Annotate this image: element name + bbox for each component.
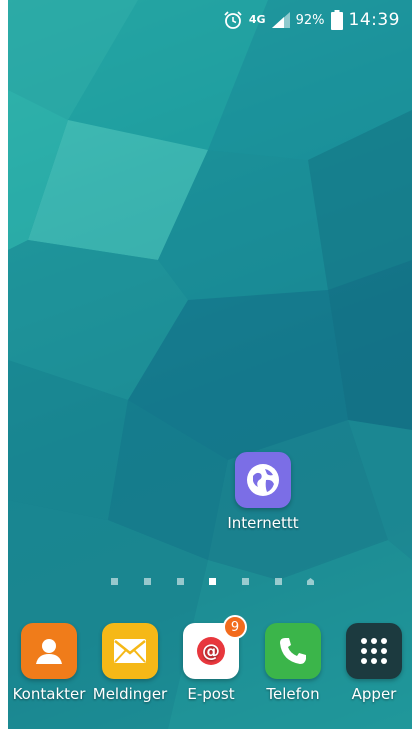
dock-phone[interactable]: Telefon	[253, 623, 333, 703]
app-internet-label: Internettt	[227, 514, 299, 532]
dock-apps[interactable]: Apper	[334, 623, 412, 703]
app-internet[interactable]: Internettt	[223, 452, 303, 532]
wallpaper	[8, 0, 412, 729]
dock-email[interactable]: @ 9 E-post	[171, 615, 251, 703]
battery-icon	[330, 10, 343, 30]
alarm-icon	[223, 10, 243, 30]
dock-contacts-label: Kontakter	[12, 685, 86, 703]
page-dot-5[interactable]	[242, 578, 249, 585]
messages-icon	[102, 623, 158, 679]
internet-icon	[235, 452, 291, 508]
home-page-dot[interactable]	[307, 578, 314, 585]
email-icon: @ 9	[183, 615, 247, 679]
phone-icon	[265, 623, 321, 679]
svg-text:@: @	[202, 641, 220, 662]
dock-phone-label: Telefon	[266, 685, 320, 703]
page-dot-2[interactable]	[144, 578, 151, 585]
page-dot-4-active[interactable]	[209, 578, 216, 585]
email-unread-badge: 9	[223, 615, 247, 639]
battery-percent: 92%	[295, 12, 325, 28]
dock-email-label: E-post	[187, 685, 235, 703]
status-bar: 4G 92% 14:39	[8, 0, 412, 40]
network-type-icon: 4G	[248, 13, 266, 26]
signal-icon	[271, 12, 290, 28]
clock: 14:39	[348, 10, 400, 30]
dock-messages-label: Meldinger	[92, 685, 168, 703]
page-dot-3[interactable]	[177, 578, 184, 585]
dock-messages[interactable]: Meldinger	[90, 623, 170, 703]
page-dot-6[interactable]	[275, 578, 282, 585]
apps-grid-icon	[346, 623, 402, 679]
dock-contacts[interactable]: Kontakter	[9, 623, 89, 703]
dock-apps-label: Apper	[351, 685, 397, 703]
page-dot-1[interactable]	[111, 578, 118, 585]
contacts-icon	[21, 623, 77, 679]
home-screen: 4G 92% 14:39 Internettt Kontakter Meldin…	[8, 0, 412, 729]
page-indicator[interactable]	[8, 578, 412, 590]
